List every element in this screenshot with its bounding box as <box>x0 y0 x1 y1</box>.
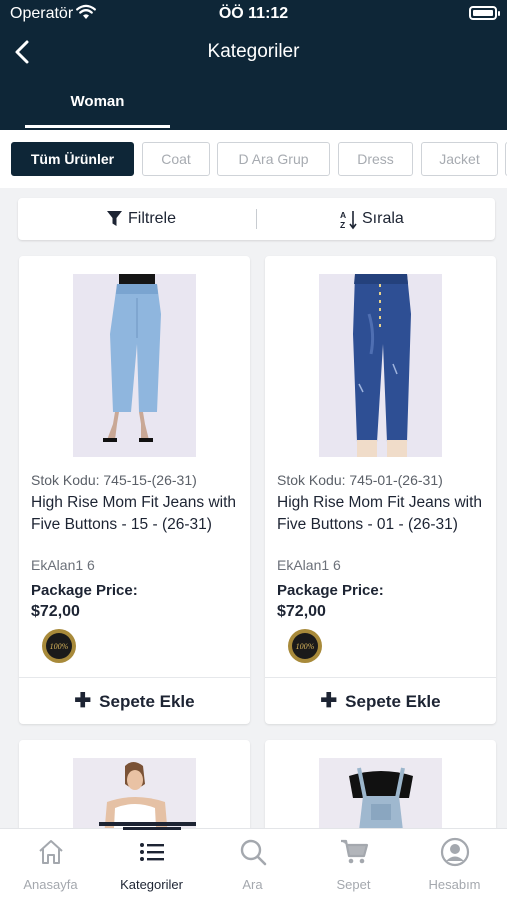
product-extra-field: EkAlan1 6 <box>31 557 95 573</box>
bottom-navigation: Anasayfa Kategoriler Ara Sepet Hesabım <box>0 827 507 900</box>
product-price: $72,00 <box>277 603 326 620</box>
nav-search-label: Ara <box>242 877 263 892</box>
product-name[interactable]: High Rise Mom Fit Jeans with Five Button… <box>31 492 241 536</box>
plus-icon: ✚ <box>320 690 338 712</box>
quality-badge-icon: 100% <box>288 629 322 663</box>
product-image <box>73 274 196 457</box>
nav-account-label: Hesabım <box>428 877 481 892</box>
page-title: Kategoriler <box>207 41 300 62</box>
product-card[interactable]: Stok Kodu: 745-01-(26-31) High Rise Mom … <box>265 256 496 724</box>
product-extra-field: EkAlan1 6 <box>277 557 341 573</box>
package-price-label: Package Price: <box>31 582 138 599</box>
chip-coat[interactable]: Coat <box>142 142 210 176</box>
product-name[interactable]: High Rise Mom Fit Jeans with Five Button… <box>277 492 487 536</box>
nav-cart-label: Sepet <box>336 877 371 892</box>
sort-label: Sırala <box>362 210 404 227</box>
nav-active-indicator <box>123 827 181 830</box>
nav-account[interactable]: Hesabım <box>404 829 505 900</box>
tab-woman[interactable]: Woman <box>25 82 170 130</box>
product-image <box>319 274 442 457</box>
home-icon <box>39 840 63 864</box>
toolbar-divider <box>256 209 257 229</box>
filter-button[interactable]: Filtrele <box>106 198 176 240</box>
chip-jacket[interactable]: Jacket <box>421 142 498 176</box>
nav-cart[interactable]: Sepet <box>303 829 404 900</box>
sort-az-icon: A Z <box>340 210 357 230</box>
product-stock-code: Stok Kodu: 745-01-(26-31) <box>277 472 443 488</box>
nav-home[interactable]: Anasayfa <box>0 829 101 900</box>
chip-all-products[interactable]: Tüm Ürünler <box>11 142 134 176</box>
filter-icon <box>107 211 122 226</box>
status-bar: Operatör ÖÖ 11:12 <box>0 0 507 28</box>
package-price-label: Package Price: <box>277 582 384 599</box>
list-icon <box>140 843 164 861</box>
svg-text:Z: Z <box>340 220 345 230</box>
category-chip-bar: Tüm Ürünler Coat D Ara Grup Dress Jacket <box>0 130 507 188</box>
sort-button[interactable]: A Z Sırala <box>340 198 404 240</box>
nav-search[interactable]: Ara <box>202 829 303 900</box>
tab-woman-label: Woman <box>70 93 125 110</box>
svg-text:A: A <box>340 210 346 220</box>
nav-categories-label: Kategoriler <box>120 877 183 892</box>
quality-badge-icon: 100% <box>42 629 76 663</box>
chip-dress[interactable]: Dress <box>338 142 413 176</box>
plus-icon: ✚ <box>74 690 92 712</box>
badge-text: 100% <box>50 642 69 651</box>
filter-label: Filtrele <box>128 210 177 227</box>
clock: ÖÖ 11:12 <box>218 5 289 22</box>
battery-icon <box>469 6 500 20</box>
chip-d-ara-grup[interactable]: D Ara Grup <box>217 142 330 176</box>
account-icon <box>440 837 470 867</box>
search-icon <box>240 839 267 866</box>
add-to-cart-button[interactable]: ✚ Sepete Ekle <box>265 678 496 724</box>
badge-text: 100% <box>296 642 315 651</box>
product-card[interactable]: Stok Kodu: 745-15-(26-31) High Rise Mom … <box>19 256 250 724</box>
product-stock-code: Stok Kodu: 745-15-(26-31) <box>31 472 197 488</box>
nav-home-label: Anasayfa <box>23 877 78 892</box>
product-price: $72,00 <box>31 603 80 620</box>
nav-categories[interactable]: Kategoriler <box>101 827 202 900</box>
cart-icon <box>341 839 369 864</box>
top-bar: Operatör ÖÖ 11:12 Kategoriler Woman <box>0 0 507 130</box>
add-to-cart-label: Sepete Ekle <box>99 692 195 711</box>
add-to-cart-button[interactable]: ✚ Sepete Ekle <box>19 678 250 724</box>
tab-active-indicator <box>25 125 170 128</box>
add-to-cart-label: Sepete Ekle <box>345 692 441 711</box>
filter-sort-bar: Filtrele A Z Sırala <box>18 198 495 240</box>
